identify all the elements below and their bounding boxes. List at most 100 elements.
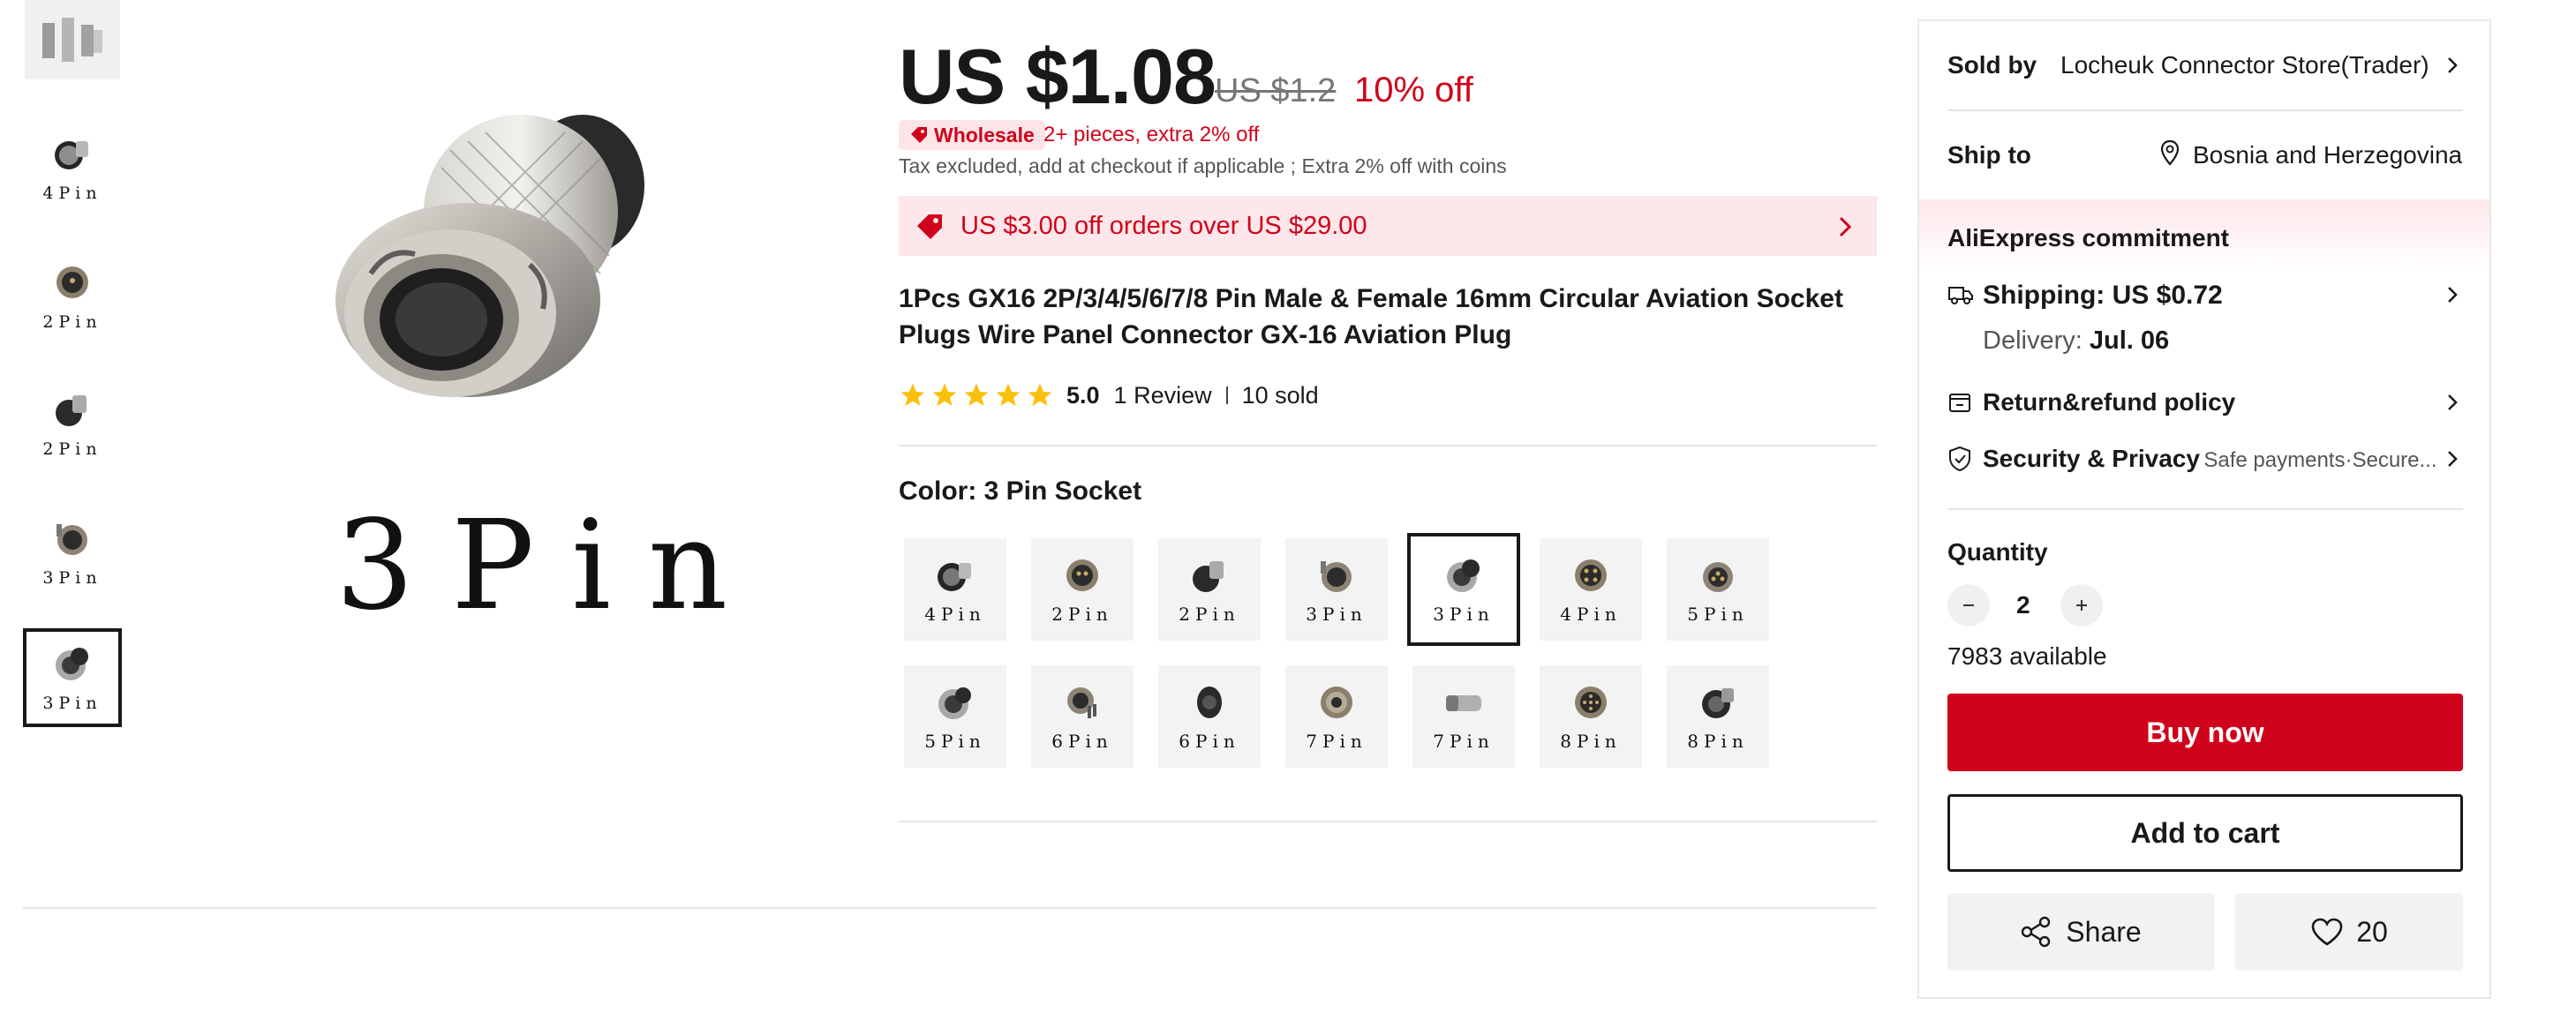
sold-count: 10 sold (1241, 381, 1319, 409)
return-box-icon (1949, 394, 1970, 412)
color-option-label: 8Pin (1687, 731, 1749, 752)
color-option-9[interactable]: 6Pin (1158, 665, 1261, 768)
color-option-7[interactable]: 5Pin (904, 665, 1006, 768)
color-option-4-selected[interactable]: 3Pin (1407, 533, 1520, 646)
add-to-cart-button[interactable]: Add to cart (1947, 794, 2463, 872)
quantity-decrement-button[interactable] (1947, 584, 1990, 627)
ship-to-label: Ship to (1947, 141, 2031, 169)
connector-thumbnail-image (51, 388, 94, 431)
thumbnail-image (42, 18, 102, 62)
color-option-label: 2Pin (1051, 604, 1113, 625)
coupon-banner[interactable]: US $3.00 off orders over US $29.00 (899, 196, 1877, 256)
tax-note: Tax excluded, add at checkout if applica… (899, 154, 1507, 177)
thumbnail-caption: 3Pin (42, 694, 102, 713)
color-option-12[interactable]: 8Pin (1540, 665, 1642, 768)
current-price: US $1.08 (899, 33, 1216, 120)
thumbnail-4[interactable]: 3Pin (25, 505, 120, 600)
discount-label: 10% off (1354, 71, 1473, 109)
reviews-link[interactable]: 1 Review (1114, 382, 1212, 409)
panel-divider (1947, 508, 2463, 510)
security-title: Security & Privacy (1983, 445, 2200, 472)
wishlist-button[interactable]: 20 (2235, 893, 2463, 971)
heart-icon (2311, 918, 2343, 946)
star-icon (1028, 383, 1052, 406)
thumbnail-0[interactable] (25, 0, 120, 79)
chevron-right-icon (2448, 57, 2458, 73)
color-option-label: 4Pin (924, 604, 986, 625)
shipping-cost[interactable]: Shipping: US $0.72 (1983, 281, 2223, 311)
connector-swatch-image (1061, 554, 1103, 597)
color-option-5[interactable]: 4Pin (1540, 538, 1642, 641)
quantity-increment-button[interactable] (2060, 584, 2103, 627)
chevron-right-icon (1839, 216, 1852, 237)
color-option-label: 4Pin (1560, 604, 1622, 625)
chevron-right-icon (2448, 287, 2458, 303)
minus-icon (1963, 604, 1974, 606)
thumbnail-1[interactable]: 4Pin (25, 120, 120, 215)
color-option-label: 7Pin (1433, 731, 1495, 752)
color-option-11[interactable]: 7Pin (1412, 665, 1515, 768)
store-name-link[interactable]: Locheuk Connector Store(Trader) (2060, 51, 2429, 79)
connector-swatch-image (934, 681, 976, 724)
connector-thumbnail-image (51, 642, 94, 685)
color-option-10[interactable]: 7Pin (1285, 665, 1388, 768)
connector-swatch-image (1697, 554, 1739, 597)
color-option-13[interactable]: 8Pin (1667, 665, 1769, 768)
buy-now-button[interactable]: Buy now (1947, 694, 2463, 771)
color-option-label: 3Pin (1306, 604, 1367, 625)
wholesale-badge: Wholesale (899, 120, 1045, 150)
quantity-label: Quantity (1947, 538, 2048, 566)
color-option-6[interactable]: 5Pin (1667, 538, 1769, 641)
connector-swatch-image (1061, 681, 1103, 724)
share-icon (2022, 916, 2051, 948)
color-option-8[interactable]: 6Pin (1031, 665, 1134, 768)
delivery-label: Delivery: (1983, 326, 2083, 355)
thumbnail-caption: 4Pin (42, 184, 102, 203)
star-icon (932, 383, 957, 406)
color-option-2[interactable]: 2Pin (1158, 538, 1261, 641)
thumbnail-caption: 3Pin (42, 568, 102, 588)
rating-row: 5.0 1 Review 10 sold (899, 381, 1319, 409)
chevron-right-icon (2448, 394, 2458, 410)
delivery-row: Delivery: Jul. 06 (1983, 326, 2169, 356)
main-image-caption: 3Pin (335, 494, 765, 638)
share-button[interactable]: Share (1947, 893, 2214, 971)
color-option-label: 7Pin (1306, 731, 1367, 752)
connector-swatch-image (1570, 554, 1612, 597)
sold-by-label: Sold by (1947, 51, 2037, 79)
color-label: Color: 3 Pin Socket (899, 476, 1142, 506)
wholesale-badge-label: Wholesale (934, 123, 1035, 146)
color-option-1[interactable]: 2Pin (1031, 538, 1134, 641)
thumbnail-caption: 2Pin (42, 312, 102, 332)
chevron-right-icon (2448, 451, 2458, 467)
color-option-3[interactable]: 3Pin (1285, 538, 1388, 641)
color-option-label: 8Pin (1560, 731, 1622, 752)
return-policy-link[interactable]: Return&refund policy (1983, 388, 2235, 416)
product-title: 1Pcs GX16 2P/3/4/5/6/7/8 Pin Male & Fema… (899, 284, 1843, 349)
truck-icon (1948, 287, 1973, 304)
connector-main-image (335, 115, 644, 397)
color-option-label: 6Pin (1179, 731, 1240, 752)
thumbnail-5-selected[interactable]: 3Pin (23, 628, 122, 727)
thumbnail-2[interactable]: 2Pin (25, 249, 120, 344)
quantity-value[interactable]: 2 (2016, 591, 2030, 619)
connector-thumbnail-image (51, 261, 94, 304)
location-pin-icon (2160, 139, 2180, 166)
thumbnail-3[interactable]: 2Pin (25, 376, 120, 471)
commitment-title: AliExpress commitment (1947, 224, 2229, 251)
section-divider (899, 445, 1877, 446)
security-row[interactable]: Security & Privacy Safe payments·Secure.… (1983, 445, 2437, 473)
connector-thumbnail-image (51, 517, 94, 559)
original-price: US $1.2 (1215, 72, 1337, 109)
ship-to-country[interactable]: Bosnia and Herzegovina (2193, 141, 2462, 169)
color-option-label: 5Pin (1687, 604, 1749, 625)
connector-thumbnail-image (51, 132, 94, 175)
color-option-0[interactable]: 4Pin (904, 538, 1006, 641)
connector-swatch-image (1188, 554, 1231, 597)
color-option-label: 2Pin (1179, 604, 1240, 625)
stock-available: 7983 available (1947, 642, 2107, 670)
connector-swatch-image (1697, 681, 1739, 724)
color-option-label: 6Pin (1051, 731, 1113, 752)
rating-score: 5.0 (1066, 381, 1100, 409)
connector-swatch-image (1570, 681, 1612, 724)
